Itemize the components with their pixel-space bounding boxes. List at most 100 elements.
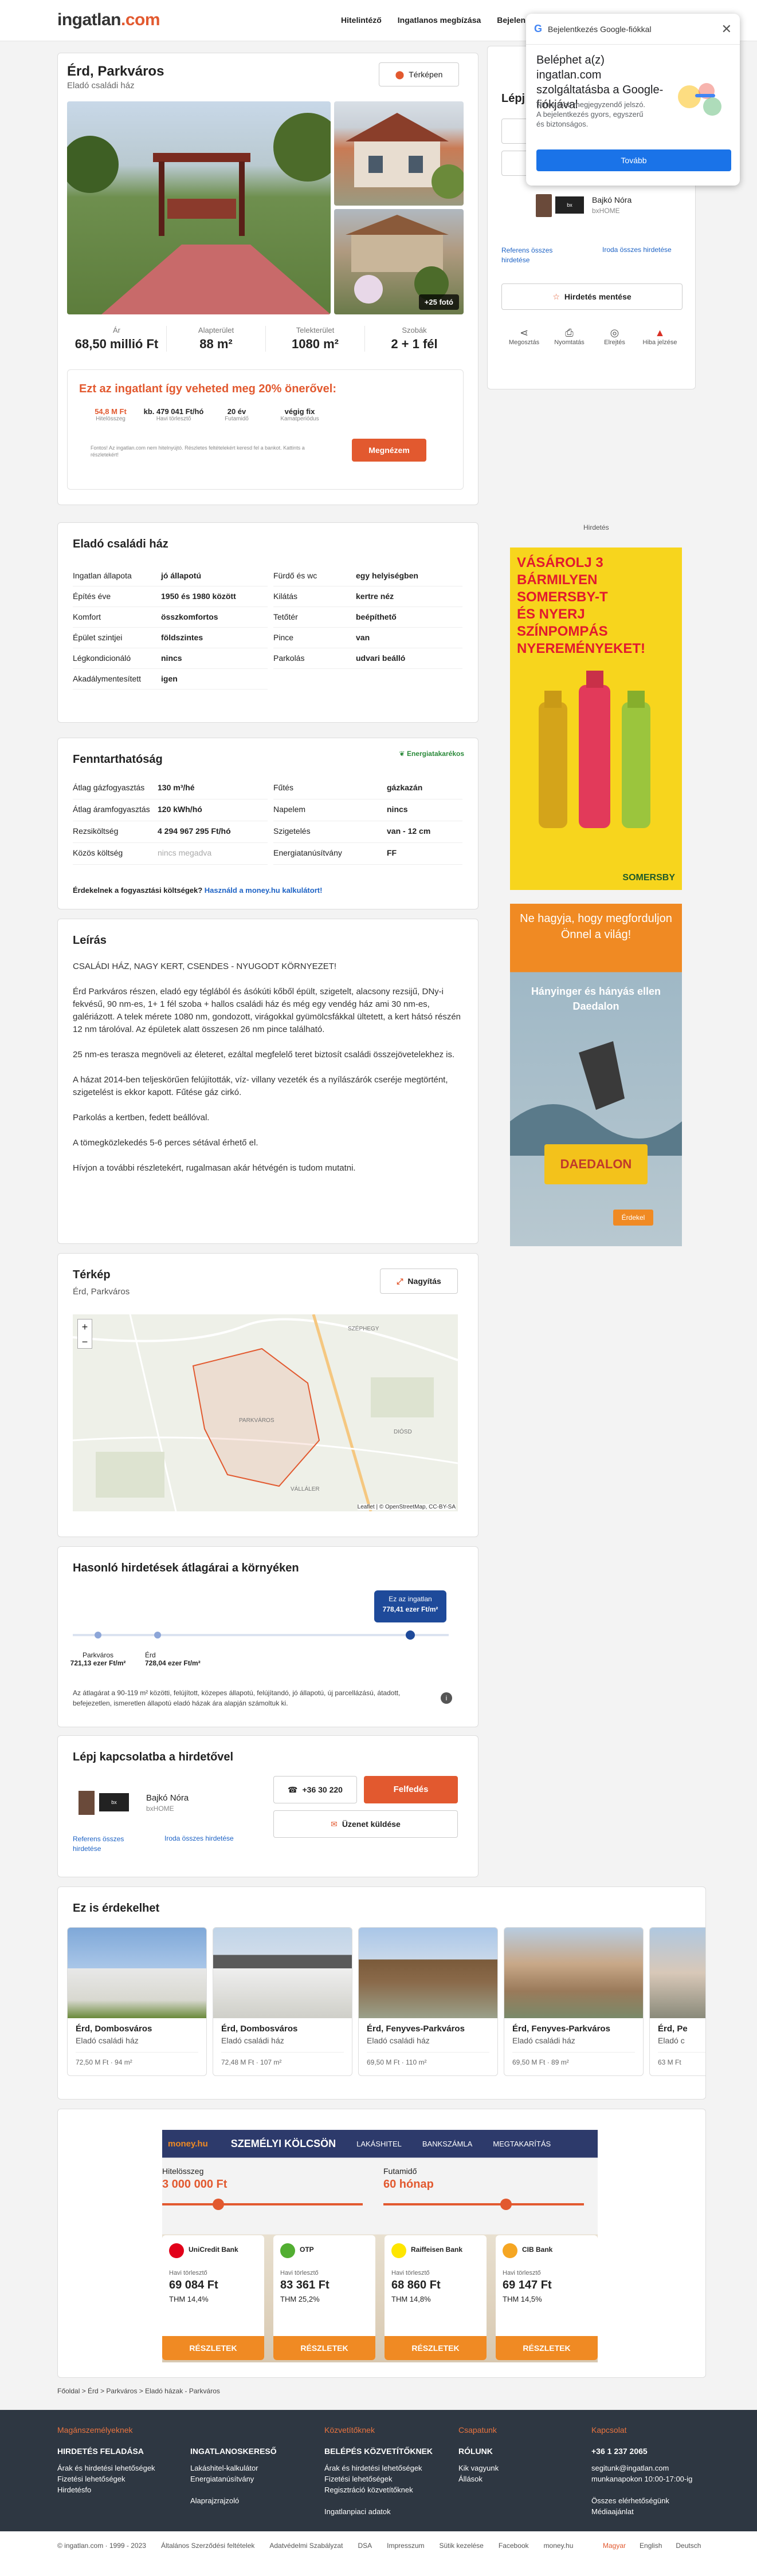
footer-title[interactable]: +36 1 237 2065	[591, 2446, 717, 2457]
ad2-cta-button[interactable]: Érdekel	[613, 1210, 653, 1226]
similar-listing[interactable]: Érd, Fenyves-Parkváros Eladó családi ház 6…	[358, 1927, 498, 2076]
footer-heading: Magánszemélyeknek	[57, 2425, 133, 2435]
map-button[interactable]: ⬤ Térképen	[379, 62, 459, 86]
report-action[interactable]: ▲ Hiba jelzése	[637, 327, 683, 373]
footer-link[interactable]: Állások	[458, 2473, 585, 2484]
footer-link[interactable]	[591, 2484, 717, 2495]
footer-link[interactable]: Regisztráció közvetítőknek	[324, 2484, 450, 2495]
photo-3[interactable]: +25 fotó	[334, 209, 464, 314]
money-tab[interactable]: BANKSZÁMLA	[422, 2140, 472, 2148]
footer-link[interactable]: Kik vagyunk	[458, 2463, 585, 2473]
bank-details-button[interactable]: RÉSZLETEK	[273, 2336, 375, 2360]
similar-listing[interactable]: Érd, Dombosváros Eladó családi ház 72,48 M…	[213, 1927, 352, 2076]
hide-action[interactable]: ◎ Elrejtés	[592, 327, 637, 373]
footer-column: INGATLANOSKERESŐ Lakáshitel-kalkulátor Ene…	[190, 2425, 316, 2506]
footer-bottom-link[interactable]: Sütik kezelése	[439, 2542, 483, 2550]
bank-details-button[interactable]: RÉSZLETEK	[496, 2336, 598, 2360]
footer-bottom-link[interactable]: Adatvédelmi Szabályzat	[269, 2542, 343, 2550]
map-zoom-controls[interactable]: + −	[77, 1319, 92, 1349]
breadcrumb-item[interactable]: Parkváros	[106, 2387, 137, 2395]
nav-ingatlanos[interactable]: Ingatlanos megbízása	[398, 15, 481, 25]
footer-link[interactable]: Energiatanúsítvány	[190, 2473, 316, 2484]
close-icon[interactable]: ✕	[721, 22, 732, 37]
office-listings-link[interactable]: Iroda összes hirdetése	[602, 246, 672, 254]
send-message-button[interactable]: ✉ Üzenet küldése	[273, 1810, 458, 1838]
agent-listings-link[interactable]: Referens összes hirdetése	[73, 1834, 136, 1854]
term-slider[interactable]	[383, 2203, 584, 2205]
print-action[interactable]: ⎙ Nyomtatás	[547, 327, 592, 373]
footer-link[interactable]: segitunk@ingatlan.com	[591, 2463, 717, 2473]
nav-bejelentkezes[interactable]: Bejelen	[497, 15, 525, 25]
footer-link[interactable]: munkanapokon 10:00-17:00-ig	[591, 2473, 717, 2484]
money-tab[interactable]: LAKÁSHITEL	[356, 2140, 402, 2148]
amount-slider[interactable]	[162, 2203, 363, 2205]
footer-link[interactable]: Ingatlanpiaci adatok	[324, 2506, 450, 2517]
footer-link[interactable]: Alaprajzrajzoló	[190, 2495, 316, 2506]
similar-listing[interactable]: Érd, Fenyves-Parkváros Eladó családi ház 6…	[504, 1927, 644, 2076]
footer-bottom-link[interactable]: Facebook	[499, 2542, 529, 2550]
listing-photo	[213, 1928, 352, 2018]
bank-details-button[interactable]: RÉSZLETEK	[385, 2336, 487, 2360]
footer-title[interactable]: BELÉPÉS KÖZVETÍTŐKNEK	[324, 2446, 450, 2457]
footer-link[interactable]: Összes elérhetőségünk	[591, 2495, 717, 2506]
parkvaros-dot	[95, 1632, 101, 1638]
footer-bottom-link[interactable]: DSA	[358, 2542, 372, 2550]
map-zoom-button[interactable]: ⤢ Nagyítás	[380, 1269, 458, 1294]
money-logo[interactable]: money.hu	[168, 2139, 208, 2149]
thm-value: THM 14,5%	[503, 2295, 542, 2303]
footer-bottom-link[interactable]: Általános Szerződési feltételek	[161, 2542, 254, 2550]
daedalon-ad[interactable]: Ne hagyja, hogy megforduljon Önnel a vilá…	[510, 904, 682, 1246]
site-logo[interactable]: ingatlan.com	[57, 10, 160, 30]
photo-count-badge[interactable]: +25 fotó	[418, 294, 459, 310]
footer-link[interactable]: Lakáshitel-kalkulátor	[190, 2463, 316, 2473]
footer-bottom-link[interactable]: money.hu	[544, 2542, 574, 2550]
agent-listings-link[interactable]: Referens összes hirdetése	[501, 246, 570, 265]
reveal-phone-button[interactable]: Felfedés	[364, 1776, 458, 1803]
amount-slider-handle[interactable]	[213, 2199, 224, 2210]
footer-link[interactable]: Árak és hirdetési lehetőségek	[57, 2463, 183, 2473]
energy-label: Energiatanúsítvány	[273, 848, 342, 857]
footer-link[interactable]: Médiaajánlat	[591, 2506, 717, 2517]
footer-title[interactable]: RÓLUNK	[458, 2446, 585, 2457]
detail-label: Pince	[273, 633, 294, 642]
footer-link[interactable]: Árak és hirdetési lehetőségek	[324, 2463, 450, 2473]
footer-link[interactable]: Fizetési lehetőségek	[324, 2473, 450, 2484]
monthly-value: 69 084 Ft	[169, 2279, 218, 2291]
share-action[interactable]: ⋖ Megosztás	[501, 327, 547, 373]
footer-link[interactable]: Hirdetésfo	[57, 2484, 183, 2495]
calc-link[interactable]: Használd a money.hu kalkulátort!	[205, 886, 323, 895]
loan-details-button[interactable]: Megnézem	[352, 439, 426, 462]
continue-button[interactable]: Tovább	[536, 149, 731, 171]
office-listings-link[interactable]: Iroda összes hirdetése	[164, 1834, 234, 1842]
footer-bottom-link[interactable]: Impresszum	[387, 2542, 424, 2550]
map-view[interactable]: + − PARKVÁROS DIÓSD VÁLLÁLER SZÉPHEGY Lea…	[73, 1314, 458, 1511]
map-attribution: Leaflet | © OpenStreetMap, CC-BY-SA	[357, 1504, 456, 1510]
similar-listing[interactable]: Érd, Pe Eladó c 63 M Ft	[649, 1927, 705, 2076]
zoom-in-icon[interactable]: +	[78, 1319, 92, 1334]
detail-value: földszintes	[161, 633, 203, 642]
save-listing-button[interactable]: ☆ Hirdetés mentése	[501, 283, 683, 310]
language-link[interactable]: Deutsch	[676, 2542, 701, 2550]
language-link[interactable]: English	[640, 2542, 662, 2550]
money-tab[interactable]: MEGTAKARÍTÁS	[493, 2140, 551, 2148]
main-photo[interactable]	[67, 101, 331, 314]
photo-2[interactable]	[334, 101, 464, 206]
footer-title[interactable]: HIRDETÉS FELADÁSA	[57, 2446, 183, 2457]
warning-icon: ▲	[654, 327, 665, 338]
zoom-out-icon[interactable]: −	[78, 1334, 92, 1349]
bank-details-button[interactable]: RÉSZLETEK	[162, 2336, 264, 2360]
nav-hitelintezo[interactable]: Hitelintéző	[341, 15, 382, 25]
footer-link[interactable]	[324, 2495, 450, 2506]
footer-title[interactable]: INGATLANOSKERESŐ	[190, 2446, 316, 2457]
breadcrumb-item[interactable]: Érd	[88, 2387, 99, 2395]
info-icon[interactable]: i	[441, 1692, 452, 1704]
similar-listing[interactable]: Érd, Dombosváros Eladó családi ház 72,50 M…	[67, 1927, 207, 2076]
phone-button[interactable]: ☎ +36 30 220	[273, 1776, 357, 1803]
somersby-ad[interactable]: VÁSÁROLJ 3 BÁRMILYEN SOMERSBY-T ÉS NYERJ SZ…	[510, 548, 682, 890]
term-slider-handle[interactable]	[500, 2199, 512, 2210]
language-link[interactable]: Magyar	[603, 2542, 626, 2550]
footer-link[interactable]	[190, 2484, 316, 2495]
breadcrumb-item[interactable]: Főoldal	[57, 2387, 80, 2395]
listing-title: Érd, Fenyves-Parkváros	[367, 2024, 465, 2034]
footer-link[interactable]: Fizetési lehetőségek	[57, 2473, 183, 2484]
